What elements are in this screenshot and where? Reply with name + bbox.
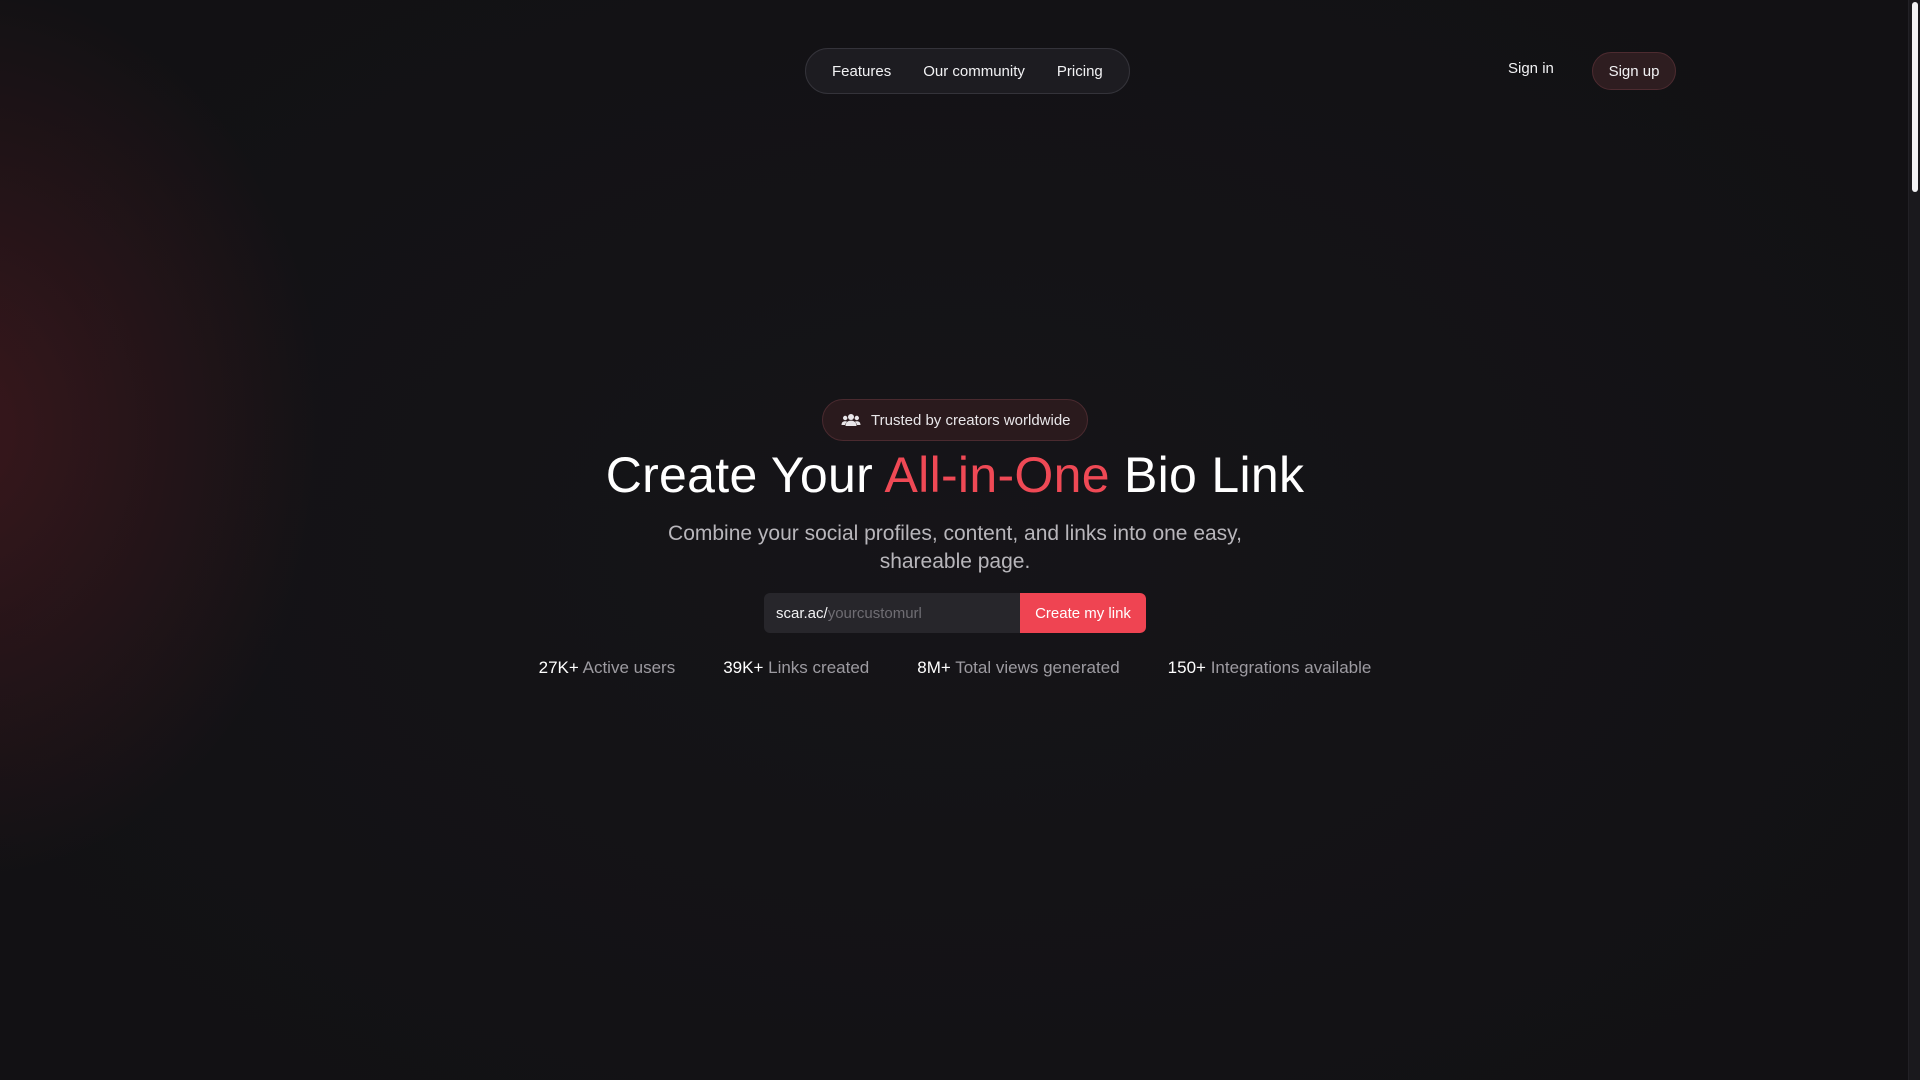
stat-value: 8M+ — [917, 658, 951, 677]
main-nav: Features Our community Pricing — [805, 48, 1130, 94]
stat-label: Integrations available — [1210, 658, 1372, 677]
trusted-badge: Trusted by creators worldwide — [822, 399, 1088, 441]
stat-item: 27K+ Active users — [539, 658, 676, 678]
custom-url-input[interactable] — [827, 604, 998, 622]
stat-value: 27K+ — [538, 658, 579, 677]
stat-label: Active users — [582, 658, 676, 677]
sign-up-button[interactable]: Sign up — [1592, 52, 1676, 90]
page-scrollbar[interactable] — [1908, 0, 1920, 1080]
hero-title-end: Bio Link — [1109, 447, 1305, 503]
users-icon — [841, 413, 861, 427]
custom-url-form: scar.ac/ Create my link — [764, 593, 1146, 633]
scrollbar-thumb[interactable] — [1912, 2, 1918, 192]
create-my-link-button[interactable]: Create my link — [1020, 593, 1146, 633]
url-field[interactable]: scar.ac/ — [764, 593, 1020, 633]
hero-title-start: Create Your — [605, 447, 885, 503]
nav-link-features[interactable]: Features — [816, 63, 907, 80]
stat-label: Total views generated — [955, 658, 1120, 677]
stat-item: 39K+ Links created — [723, 658, 869, 678]
trusted-badge-text: Trusted by creators worldwide — [871, 411, 1071, 429]
stat-label: Links created — [768, 658, 870, 677]
nav-link-our-community[interactable]: Our community — [907, 63, 1041, 80]
landing-page: Features Our community Pricing Sign in S… — [0, 0, 1920, 1080]
url-prefix: scar.ac/ — [776, 604, 828, 622]
stat-item: 150+ Integrations available — [1168, 658, 1372, 678]
stats-row: 27K+ Active users 39K+ Links created 8M+… — [0, 658, 1910, 678]
stat-value: 39K+ — [723, 658, 764, 677]
nav-link-pricing[interactable]: Pricing — [1041, 63, 1119, 80]
hero-subtitle: Combine your social profiles, content, a… — [668, 522, 1242, 573]
stat-item: 8M+ Total views generated — [917, 658, 1119, 678]
sign-in-link[interactable]: Sign in — [1508, 60, 1554, 77]
hero-title-accent: All-in-One — [884, 447, 1110, 503]
stat-value: 150+ — [1167, 658, 1206, 677]
hero-title: Create Your All-in-One Bio Link — [0, 446, 1910, 504]
